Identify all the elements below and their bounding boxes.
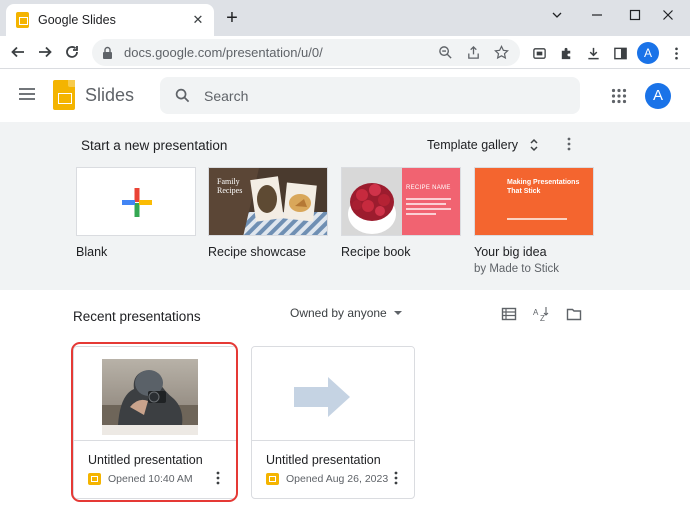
browser-tab[interactable]: Google Slides ✕ bbox=[6, 4, 214, 36]
presentation-card[interactable]: Untitled presentation Opened 10:40 AM bbox=[73, 346, 237, 499]
folder-icon[interactable] bbox=[565, 305, 583, 323]
more-options-icon[interactable] bbox=[212, 471, 224, 487]
template-gallery-button[interactable]: Template gallery bbox=[427, 135, 540, 155]
template-recipe-showcase[interactable]: Family Recipes Recipe showcase bbox=[208, 167, 328, 259]
owner-filter-label: Owned by anyone bbox=[290, 306, 387, 320]
url-text: docs.google.com/presentation/u/0/ bbox=[124, 45, 323, 60]
browser-tab-strip: Google Slides ✕ + bbox=[0, 0, 690, 36]
svg-text:A: A bbox=[533, 308, 539, 317]
thumbnail-title: Family Recipes bbox=[217, 177, 243, 195]
search-input[interactable] bbox=[204, 87, 564, 104]
share-icon[interactable] bbox=[464, 44, 482, 62]
template-label: Blank bbox=[76, 245, 108, 259]
template-label: Recipe book bbox=[341, 245, 411, 259]
presentation-title: Untitled presentation bbox=[88, 453, 203, 467]
lock-icon bbox=[103, 46, 112, 59]
presentation-meta: Opened Aug 26, 2023 bbox=[266, 471, 388, 487]
app-header: Slides A bbox=[0, 70, 690, 122]
back-arrow-icon[interactable] bbox=[6, 40, 30, 64]
more-options-icon[interactable] bbox=[563, 137, 575, 153]
side-panel-icon[interactable] bbox=[611, 44, 629, 62]
thumbnail-caption-line bbox=[507, 218, 567, 220]
presentation-opened-date: Opened 10:40 AM bbox=[108, 473, 193, 485]
presentation-thumbnail[interactable] bbox=[74, 347, 236, 441]
slides-logo-icon[interactable] bbox=[53, 80, 75, 110]
download-icon[interactable] bbox=[584, 44, 602, 62]
thumbnail-title: Making Presentations That Stick bbox=[507, 179, 580, 195]
photographer-picture bbox=[102, 359, 198, 435]
window-close-icon[interactable] bbox=[648, 0, 688, 30]
recipe-book-picture bbox=[342, 168, 460, 235]
google-plus-icon bbox=[122, 188, 152, 217]
presentation-title: Untitled presentation bbox=[266, 453, 381, 467]
presentation-opened-date: Opened Aug 26, 2023 bbox=[286, 473, 389, 485]
template-your-big-idea[interactable]: Making Presentations That Stick Your big… bbox=[474, 167, 594, 275]
svg-text:Z: Z bbox=[540, 314, 545, 322]
account-avatar[interactable]: A bbox=[645, 83, 671, 109]
template-thumbnail[interactable]: RECIPE NAME bbox=[341, 167, 461, 236]
screenshot-icon[interactable] bbox=[530, 44, 548, 62]
template-thumbnail[interactable]: Family Recipes bbox=[208, 167, 328, 236]
start-heading: Start a new presentation bbox=[81, 138, 228, 153]
presentation-card[interactable]: Untitled presentation Opened Aug 26, 202… bbox=[251, 346, 415, 499]
reload-icon[interactable] bbox=[60, 40, 84, 64]
chevron-down-icon[interactable] bbox=[537, 0, 577, 30]
bookmark-star-icon[interactable] bbox=[492, 44, 510, 62]
tab-title: Google Slides bbox=[38, 13, 116, 27]
recent-heading: Recent presentations bbox=[73, 309, 201, 324]
search-box[interactable] bbox=[160, 77, 580, 114]
thumbnail-title: RECIPE NAME bbox=[406, 185, 451, 191]
list-view-icon[interactable] bbox=[500, 305, 518, 323]
browser-profile-avatar[interactable]: A bbox=[637, 42, 659, 64]
extensions-puzzle-icon[interactable] bbox=[557, 44, 575, 62]
template-thumbnail[interactable] bbox=[76, 167, 196, 236]
zoom-lens-icon[interactable] bbox=[436, 44, 454, 62]
browser-menu-icon[interactable] bbox=[667, 44, 685, 62]
new-tab-plus-icon[interactable]: + bbox=[222, 8, 242, 28]
slides-file-icon bbox=[266, 473, 279, 485]
unfold-icon bbox=[530, 138, 538, 152]
main-menu-icon[interactable] bbox=[18, 87, 36, 101]
app-title[interactable]: Slides bbox=[85, 85, 134, 106]
browser-toolbar: docs.google.com/presentation/u/0/ A bbox=[0, 36, 690, 69]
template-label: Recipe showcase bbox=[208, 245, 306, 259]
arrow-right-picture bbox=[294, 377, 350, 417]
owner-filter-dropdown[interactable]: Owned by anyone bbox=[290, 306, 402, 320]
minimize-icon[interactable] bbox=[577, 0, 617, 30]
template-gallery-label: Template gallery bbox=[427, 138, 519, 152]
google-apps-grid-icon[interactable] bbox=[611, 88, 627, 104]
sort-az-icon[interactable]: AZ bbox=[532, 305, 550, 323]
template-recipe-book[interactable]: RECIPE NAME Recipe book bbox=[341, 167, 461, 259]
caret-down-icon bbox=[393, 311, 402, 315]
template-label: Your big idea bbox=[474, 245, 547, 259]
template-thumbnail[interactable]: Making Presentations That Stick bbox=[474, 167, 594, 236]
slides-favicon-icon bbox=[16, 12, 29, 28]
template-author: by Made to Stick bbox=[474, 263, 560, 275]
search-icon[interactable] bbox=[175, 88, 190, 103]
presentation-thumbnail[interactable] bbox=[252, 347, 414, 441]
start-new-presentation-section: Start a new presentation Template galler… bbox=[0, 122, 690, 290]
slides-file-icon bbox=[88, 473, 101, 485]
close-icon[interactable]: ✕ bbox=[190, 12, 206, 28]
more-options-icon[interactable] bbox=[390, 471, 402, 487]
address-bar[interactable]: docs.google.com/presentation/u/0/ bbox=[92, 39, 520, 66]
template-blank[interactable]: Blank bbox=[76, 167, 196, 259]
presentation-meta: Opened 10:40 AM bbox=[88, 471, 193, 487]
forward-arrow-icon[interactable] bbox=[33, 40, 57, 64]
